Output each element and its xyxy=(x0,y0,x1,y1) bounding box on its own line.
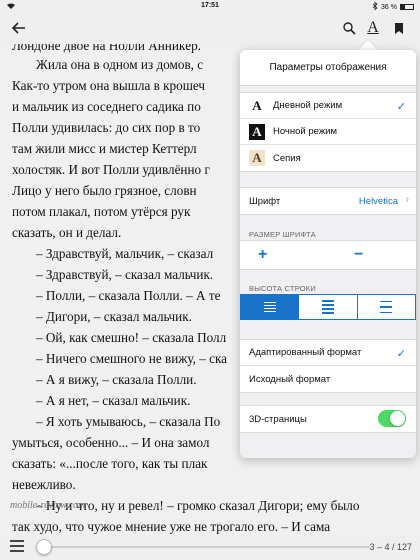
page-slider[interactable] xyxy=(40,546,370,548)
pages-3d-row: 3D-страницы xyxy=(240,406,416,432)
text-line: потом плакал, потом утёрся рук xyxy=(12,204,191,219)
font-size-section-label: РАЗМЕР ШРИФТА xyxy=(249,230,316,239)
line-spacing-medium-button[interactable] xyxy=(299,295,358,319)
text-line: сказать, он и делал. xyxy=(12,225,122,240)
battery-percent: 36 % xyxy=(381,3,397,11)
table-of-contents-icon[interactable] xyxy=(10,540,24,552)
text-line: так худо, что чужое мнение уже не трогал… xyxy=(12,519,331,534)
line-spacing-medium-icon xyxy=(321,299,334,315)
toggle-knob xyxy=(390,411,405,426)
pages-3d-toggle[interactable] xyxy=(378,410,406,427)
text-line: холостяк. И вот Полли удивлённо г xyxy=(12,162,210,177)
line-spacing-tight-button[interactable] xyxy=(241,295,300,319)
text-line: – Я хоть умываюсь, – сказала По xyxy=(36,414,221,429)
text-line: – Ничего смешного не вижу, – ска xyxy=(36,351,228,366)
text-line: – Дигори, – сказал мальчик. xyxy=(36,309,192,324)
font-size-decrease-button[interactable]: − xyxy=(328,241,416,269)
pages-3d-label: 3D-страницы xyxy=(249,413,307,425)
format-original[interactable]: Исходный формат xyxy=(240,366,416,392)
search-icon[interactable] xyxy=(338,17,360,39)
page-slider-thumb[interactable] xyxy=(36,539,52,555)
text-line: невежливо. xyxy=(12,477,76,492)
format-original-label: Исходный формат xyxy=(249,373,331,385)
mode-label: Ночной режим xyxy=(273,126,338,137)
watermark: mobile-review.com xyxy=(10,500,86,511)
display-settings-popover: Параметры отображения A Дневной режим ✓ … xyxy=(240,50,416,458)
pages-3d-group: 3D-страницы xyxy=(240,405,416,433)
chevron-right-icon: › xyxy=(405,194,409,206)
font-selector[interactable]: Шрифт Helvetica › xyxy=(240,188,416,214)
text-line: сказать: «...после того, как ты плак xyxy=(12,456,208,471)
text-line: умыться, особенно... – И она замол xyxy=(12,435,210,450)
format-adaptive[interactable]: Адаптированный формат ✓ xyxy=(240,340,416,366)
text-line: – Ой, как смешно! – сказала Полл xyxy=(36,330,227,345)
mode-night[interactable]: A Ночной режим xyxy=(240,119,416,145)
text-line: – Полли, – сказала Полли. – А те xyxy=(36,288,221,303)
font-value: Helvetica xyxy=(358,196,398,207)
status-bar: 17:51 36 % xyxy=(0,0,420,12)
text-line: Лондоне двое на Нолли Анникёр. xyxy=(12,44,202,53)
reading-mode-group: A Дневной режим ✓ A Ночной режим A Сепия xyxy=(240,92,416,172)
font-group: Шрифт Helvetica › xyxy=(240,187,416,215)
bottom-bar: 3 – 4 / 127 xyxy=(0,534,420,560)
battery-icon xyxy=(400,4,414,10)
text-line: – Здравствуй, мальчик, – сказал xyxy=(36,246,214,261)
popover-title: Параметры отображения xyxy=(240,50,416,86)
text-line: – А я вижу, – сказала Полли. xyxy=(36,372,197,387)
line-spacing-tight-icon xyxy=(263,301,276,313)
mode-label: Дневной режим xyxy=(273,100,343,111)
text-line: Как-то утром она вышла в крошеч xyxy=(12,78,206,93)
font-label: Шрифт xyxy=(249,195,281,207)
day-mode-icon: A xyxy=(249,97,265,114)
top-toolbar: A xyxy=(0,12,420,44)
text-line: Лицо у него было грязное, словн xyxy=(12,183,197,198)
font-size-increase-button[interactable]: + xyxy=(240,241,328,269)
line-spacing-loose-button[interactable] xyxy=(358,295,415,319)
format-group: Адаптированный формат ✓ Исходный формат xyxy=(240,339,416,393)
font-settings-button[interactable]: A xyxy=(362,17,384,39)
line-spacing-loose-icon xyxy=(380,299,393,315)
mode-sepia[interactable]: A Сепия xyxy=(240,145,416,171)
text-line: – А я нет, – сказал мальчик. xyxy=(36,393,191,408)
line-spacing-group xyxy=(240,294,416,320)
bookmark-icon[interactable] xyxy=(388,17,410,39)
checkmark-icon: ✓ xyxy=(396,101,406,113)
night-mode-icon: A xyxy=(249,123,265,140)
text-line: и мальчик из соседнего садика по xyxy=(12,99,201,114)
line-spacing-section-label: ВЫСОТА СТРОКИ xyxy=(249,284,316,293)
status-time: 17:51 xyxy=(201,2,219,9)
text-line: там жили мисс и мистер Кеттерл xyxy=(12,141,197,156)
text-line: Полли удивилась: до сих пор в то xyxy=(12,120,201,135)
mode-day[interactable]: A Дневной режим ✓ xyxy=(240,93,416,119)
page-indicator: 3 – 4 / 127 xyxy=(369,542,412,552)
font-size-group: + − xyxy=(240,240,416,270)
text-line: Жила она в одном из домов, с xyxy=(36,57,204,72)
mode-label: Сепия xyxy=(273,152,301,164)
checkmark-icon: ✓ xyxy=(396,348,406,360)
sepia-mode-icon: A xyxy=(249,150,265,166)
text-line: – Здравствуй, – сказал мальчик. xyxy=(36,267,214,282)
bluetooth-icon xyxy=(372,1,378,12)
format-adaptive-label: Адаптированный формат xyxy=(249,347,362,358)
back-arrow-icon[interactable] xyxy=(8,17,30,39)
